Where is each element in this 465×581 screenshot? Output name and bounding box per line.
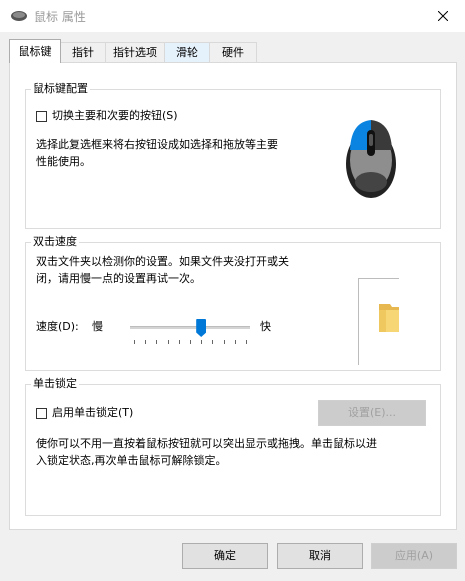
click-lock-group-label: 单击锁定 [31,377,79,391]
slider-tick [246,340,247,344]
mouse-icon [346,120,396,198]
slider-tick [212,340,214,344]
slider-tick [156,340,158,344]
click-lock-settings-button[interactable]: 设置(E)... [318,400,426,426]
title-bar: 鼠标 属性 [0,0,465,32]
mouse-title-icon [11,11,27,21]
close-icon [438,11,448,21]
slider-track[interactable] [130,326,250,329]
switch-buttons-checkbox[interactable] [36,111,47,122]
click-lock-label[interactable]: 启用单击锁定(T) [52,405,133,421]
tab-wheel[interactable]: 滑轮 [164,42,210,62]
button-config-description-line2: 性能使用。 [36,155,91,168]
slider-ticks [130,340,250,344]
tab-pointers[interactable]: 指针 [60,42,106,62]
tab-buttons[interactable]: 鼠标键 [9,39,61,63]
slider-tick [223,340,225,344]
double-click-group-label: 双击速度 [31,235,79,249]
double-click-description-line1: 双击文件夹以检测你的设置。如果文件夹没打开或关 [36,255,289,268]
cancel-button[interactable]: 取消 [277,543,363,569]
speed-label: 速度(D): [36,320,79,333]
tab-hardware[interactable]: 硬件 [209,42,257,62]
slider-tick [190,340,191,344]
slider-tick [134,340,135,344]
slider-tick [201,340,203,344]
double-click-description-line2: 闭，请用慢一点的设置再试一次。 [36,272,201,285]
slider-thumb[interactable] [196,319,207,337]
window-title: 鼠标 属性 [34,10,86,24]
click-lock-checkbox[interactable] [36,408,47,419]
speed-fast-label: 快 [260,320,271,333]
close-button[interactable] [421,0,465,32]
click-lock-description-line1: 使你可以不用一直按着鼠标按钮就可以突出显示或拖拽。单击鼠标以进 [36,437,377,450]
slider-tick [145,340,147,344]
click-lock-description-line2: 入锁定状态,再次单击鼠标可解除锁定。 [36,454,227,467]
double-click-speed-slider[interactable] [130,316,250,350]
switch-buttons-label[interactable]: 切换主要和次要的按钮(S) [52,108,178,124]
tab-pointer-options[interactable]: 指针选项 [105,42,165,62]
speed-slow-label: 慢 [92,320,103,333]
ok-button[interactable]: 确定 [182,543,268,569]
slider-tick [178,340,180,344]
button-config-group-label: 鼠标键配置 [31,82,90,96]
slider-tick [167,340,169,344]
button-config-description-line1: 选择此复选框来将右按钮设成如选择和拖放等主要 [36,138,278,151]
apply-button[interactable]: 应用(A) [371,543,457,569]
slider-tick [234,340,236,344]
folder-icon[interactable] [376,302,402,334]
